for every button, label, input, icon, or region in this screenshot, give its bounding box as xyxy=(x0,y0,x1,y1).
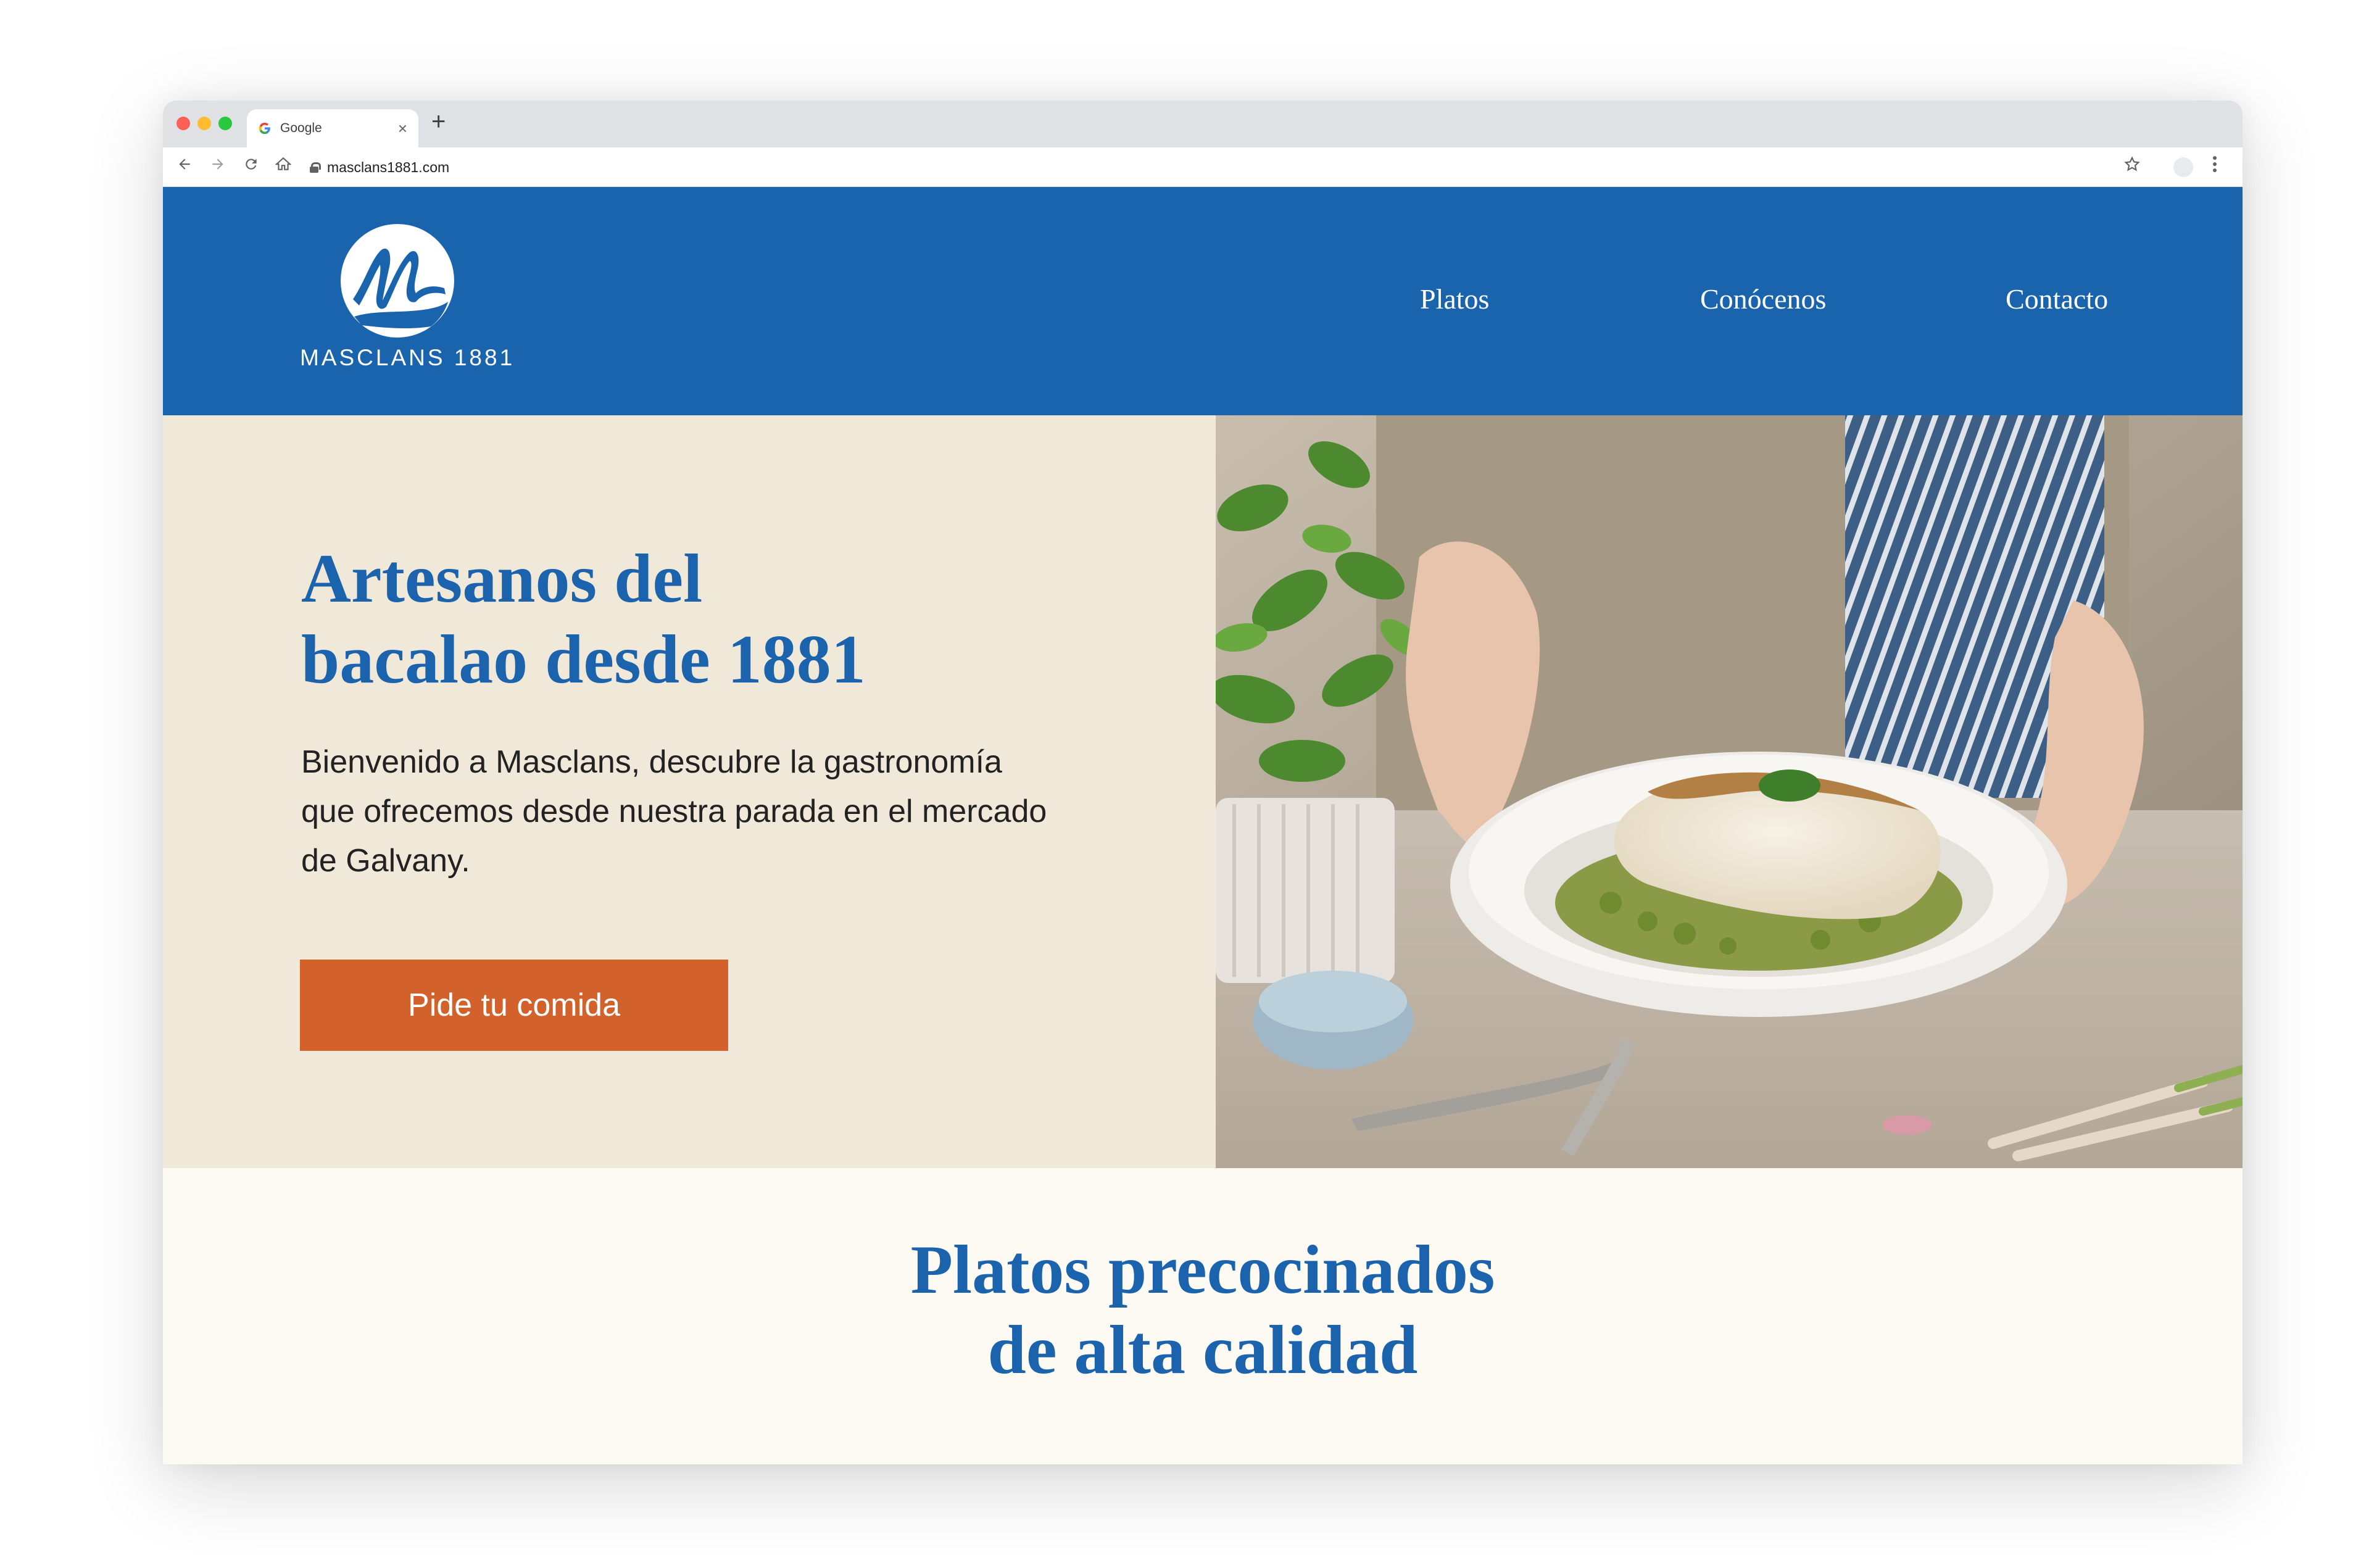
google-favicon-icon xyxy=(259,122,270,135)
menu-dots-icon[interactable] xyxy=(2212,155,2218,176)
hero-food-photo xyxy=(1216,415,2243,1168)
section-title: Platos precocinados de alta calidad xyxy=(910,1232,1495,1388)
nav-item-contacto[interactable]: Contacto xyxy=(2006,283,2108,315)
nav-item-conocenos[interactable]: Conócenos xyxy=(1700,283,1826,315)
back-icon[interactable] xyxy=(176,156,193,175)
address-bar[interactable]: masclans1881.com xyxy=(306,155,2157,180)
browser-tab[interactable]: Google × xyxy=(247,109,418,147)
logo[interactable]: MASCLANS 1881 xyxy=(300,224,522,384)
close-tab-icon[interactable]: × xyxy=(398,120,407,136)
lock-icon xyxy=(310,162,321,173)
logo-text: MASCLANS 1881 xyxy=(300,345,515,370)
masclans-logo-icon xyxy=(341,224,454,338)
new-tab-button[interactable]: + xyxy=(431,109,446,134)
site-header: MASCLANS 1881 Platos Conócenos Contacto xyxy=(163,187,2243,415)
star-icon[interactable] xyxy=(2124,156,2140,175)
tab-strip: Google × + xyxy=(163,101,2243,147)
nav-item-platos[interactable]: Platos xyxy=(1420,283,1489,315)
platos-section: Platos precocinados de alta calidad xyxy=(163,1168,2243,1464)
hero-title: Artesanos del bacalao desde 1881 xyxy=(301,541,866,698)
maximize-window-button[interactable] xyxy=(218,117,232,130)
minimize-window-button[interactable] xyxy=(197,117,211,130)
profile-icon[interactable] xyxy=(2173,157,2193,177)
forward-icon[interactable] xyxy=(210,156,226,175)
home-icon[interactable] xyxy=(275,156,292,175)
url-text: masclans1881.com xyxy=(327,159,450,175)
hero-text-panel: Artesanos del bacalao desde 1881 Bienven… xyxy=(163,415,1216,1168)
close-window-button[interactable] xyxy=(176,117,190,130)
reload-icon[interactable] xyxy=(243,156,259,175)
window-controls xyxy=(176,117,232,130)
order-food-button[interactable]: Pide tu comida xyxy=(300,960,728,1051)
hero-description: Bienvenido a Masclans, descubre la gastr… xyxy=(301,744,1047,879)
browser-toolbar: masclans1881.com xyxy=(163,147,2243,187)
tab-title: Google xyxy=(280,121,322,135)
browser-window: Google × + masclans1881.com MASCLANS 188… xyxy=(163,101,2243,1464)
